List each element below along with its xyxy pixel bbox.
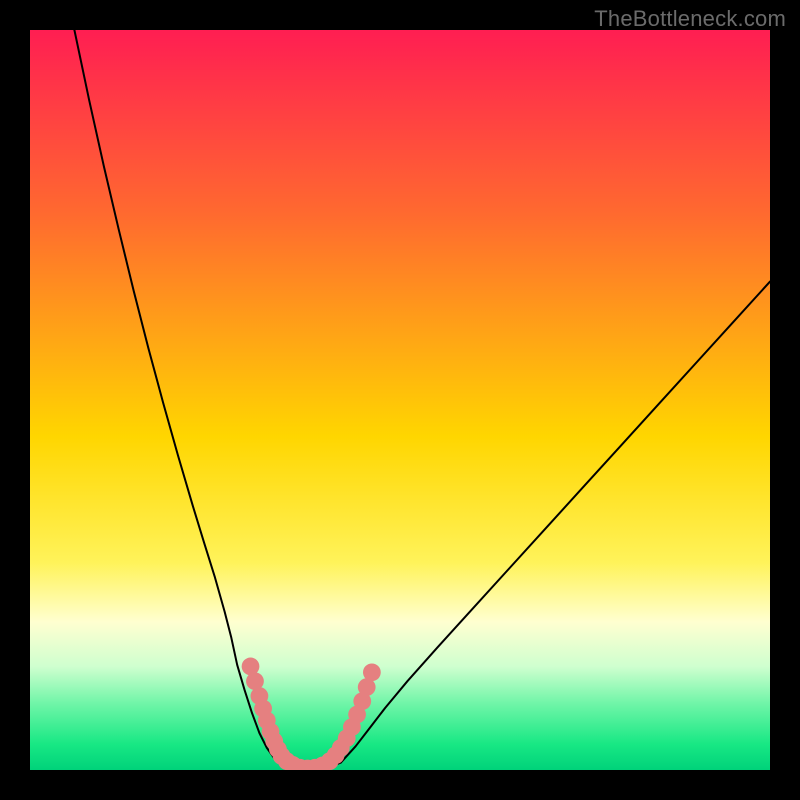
chart-stage: TheBottleneck.com [0,0,800,800]
dot [363,663,381,681]
bottleneck-chart [30,30,770,770]
plot-background [30,30,770,770]
watermark-text: TheBottleneck.com [594,6,786,32]
